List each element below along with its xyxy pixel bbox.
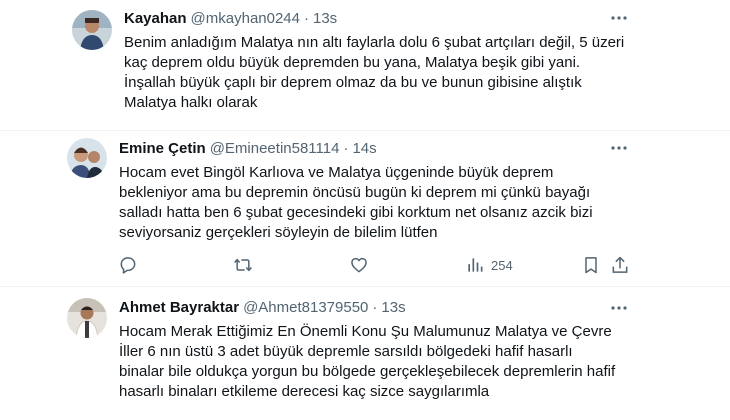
timestamp[interactable]: 13s [381,299,405,316]
avatar[interactable] [67,138,107,178]
more-horizontal-icon [611,306,627,310]
tweet-header: Kayahan @mkayhan0244 · 13s [124,9,337,29]
tweet-text-line: hasarlı binaları etkileme derecesi kaç s… [119,383,490,400]
retweet-button[interactable] [232,253,254,277]
views-count: 254 [491,257,513,273]
tweet-actions: 254 [118,253,638,277]
tweet-header: Ahmet Bayraktar @Ahmet81379550 · 13s [119,298,406,318]
tweet-text-line: bekleniyor ama bu depremin öncüsü bugün … [119,184,591,201]
tweet-text-line: Malatya halkı olarak [124,94,258,111]
separator-dot: · [304,10,309,27]
author-handle[interactable]: @Emineetin581114 [210,140,340,157]
tweet-text-line: kaç deprem oldu büyük depremden bu yana,… [124,54,581,71]
like-icon [351,257,367,273]
tweet-text-line: seviyorsaniz gerçekleri söyleyin de bile… [119,224,438,241]
avatar[interactable] [67,298,107,338]
tweet-text: Hocam Merak Ettiğimiz En Önemli Konu Şu … [119,322,679,402]
author-name[interactable]: Emine Çetin [119,140,206,157]
separator-dot: · [343,140,349,157]
tweet-text-line: Hocam evet Bingöl Karlıova ve Malatya üç… [119,164,554,181]
timestamp[interactable]: 14s [352,140,376,157]
tweet-text-line: Benim anladığım Malatya nın altı faylarl… [124,34,625,51]
share-button[interactable] [610,253,630,277]
more-options-button[interactable] [609,298,633,318]
tweet-text: Hocam evet Bingöl Karlıova ve Malatya üç… [119,163,679,243]
tweet-text-line: Hocam Merak Ettiğimiz En Önemli Konu Şu … [119,323,612,340]
author-handle[interactable]: @Ahmet81379550 [243,299,368,316]
reply-button[interactable] [118,253,138,277]
more-options-button[interactable] [609,138,633,158]
retweet-icon [234,258,252,272]
separator-dot: · [372,299,378,316]
author-name[interactable]: Ahmet Bayraktar [119,299,239,316]
tweet-text-line: binalar bile oldukça yorgun bu bölgede g… [119,363,616,380]
author-name[interactable]: Kayahan [124,10,187,27]
tweet-text: Benim anladığım Malatya nın altı faylarl… [124,33,684,113]
tweet-header: Emine Çetin @Emineetin581114 · 14s [119,139,377,159]
more-horizontal-icon [611,16,627,20]
bookmark-icon [585,257,597,274]
tweet-emine-cetin[interactable]: Emine Çetin @Emineetin581114 · 14s Hocam ev… [0,131,730,286]
share-icon [612,256,628,273]
tweet-ahmet-bayraktar[interactable]: Ahmet Bayraktar @Ahmet81379550 · 13s Hocam … [0,287,730,420]
author-handle[interactable]: @mkayhan0244 [191,10,300,27]
tweet-kayahan[interactable]: Kayahan @mkayhan0244 · 13s Benim anladığım … [0,0,730,130]
tweet-text-line: İller 6 nın üstü 3 adet büyük depremle s… [119,343,573,360]
views-button[interactable]: 254 [465,253,513,277]
more-horizontal-icon [611,146,627,150]
tweet-text-line: İnşallah büyük çaplı bir deprem olmaz da… [124,74,582,91]
tweet-text-line: salladı hatta ben 6 şubat gecesindeki gi… [119,204,593,221]
bookmark-button[interactable] [581,253,601,277]
views-icon [468,258,483,272]
timestamp[interactable]: 13s [313,10,337,27]
like-button[interactable] [349,253,369,277]
avatar[interactable] [72,10,112,50]
more-options-button[interactable] [609,8,633,28]
reply-icon [120,257,136,274]
